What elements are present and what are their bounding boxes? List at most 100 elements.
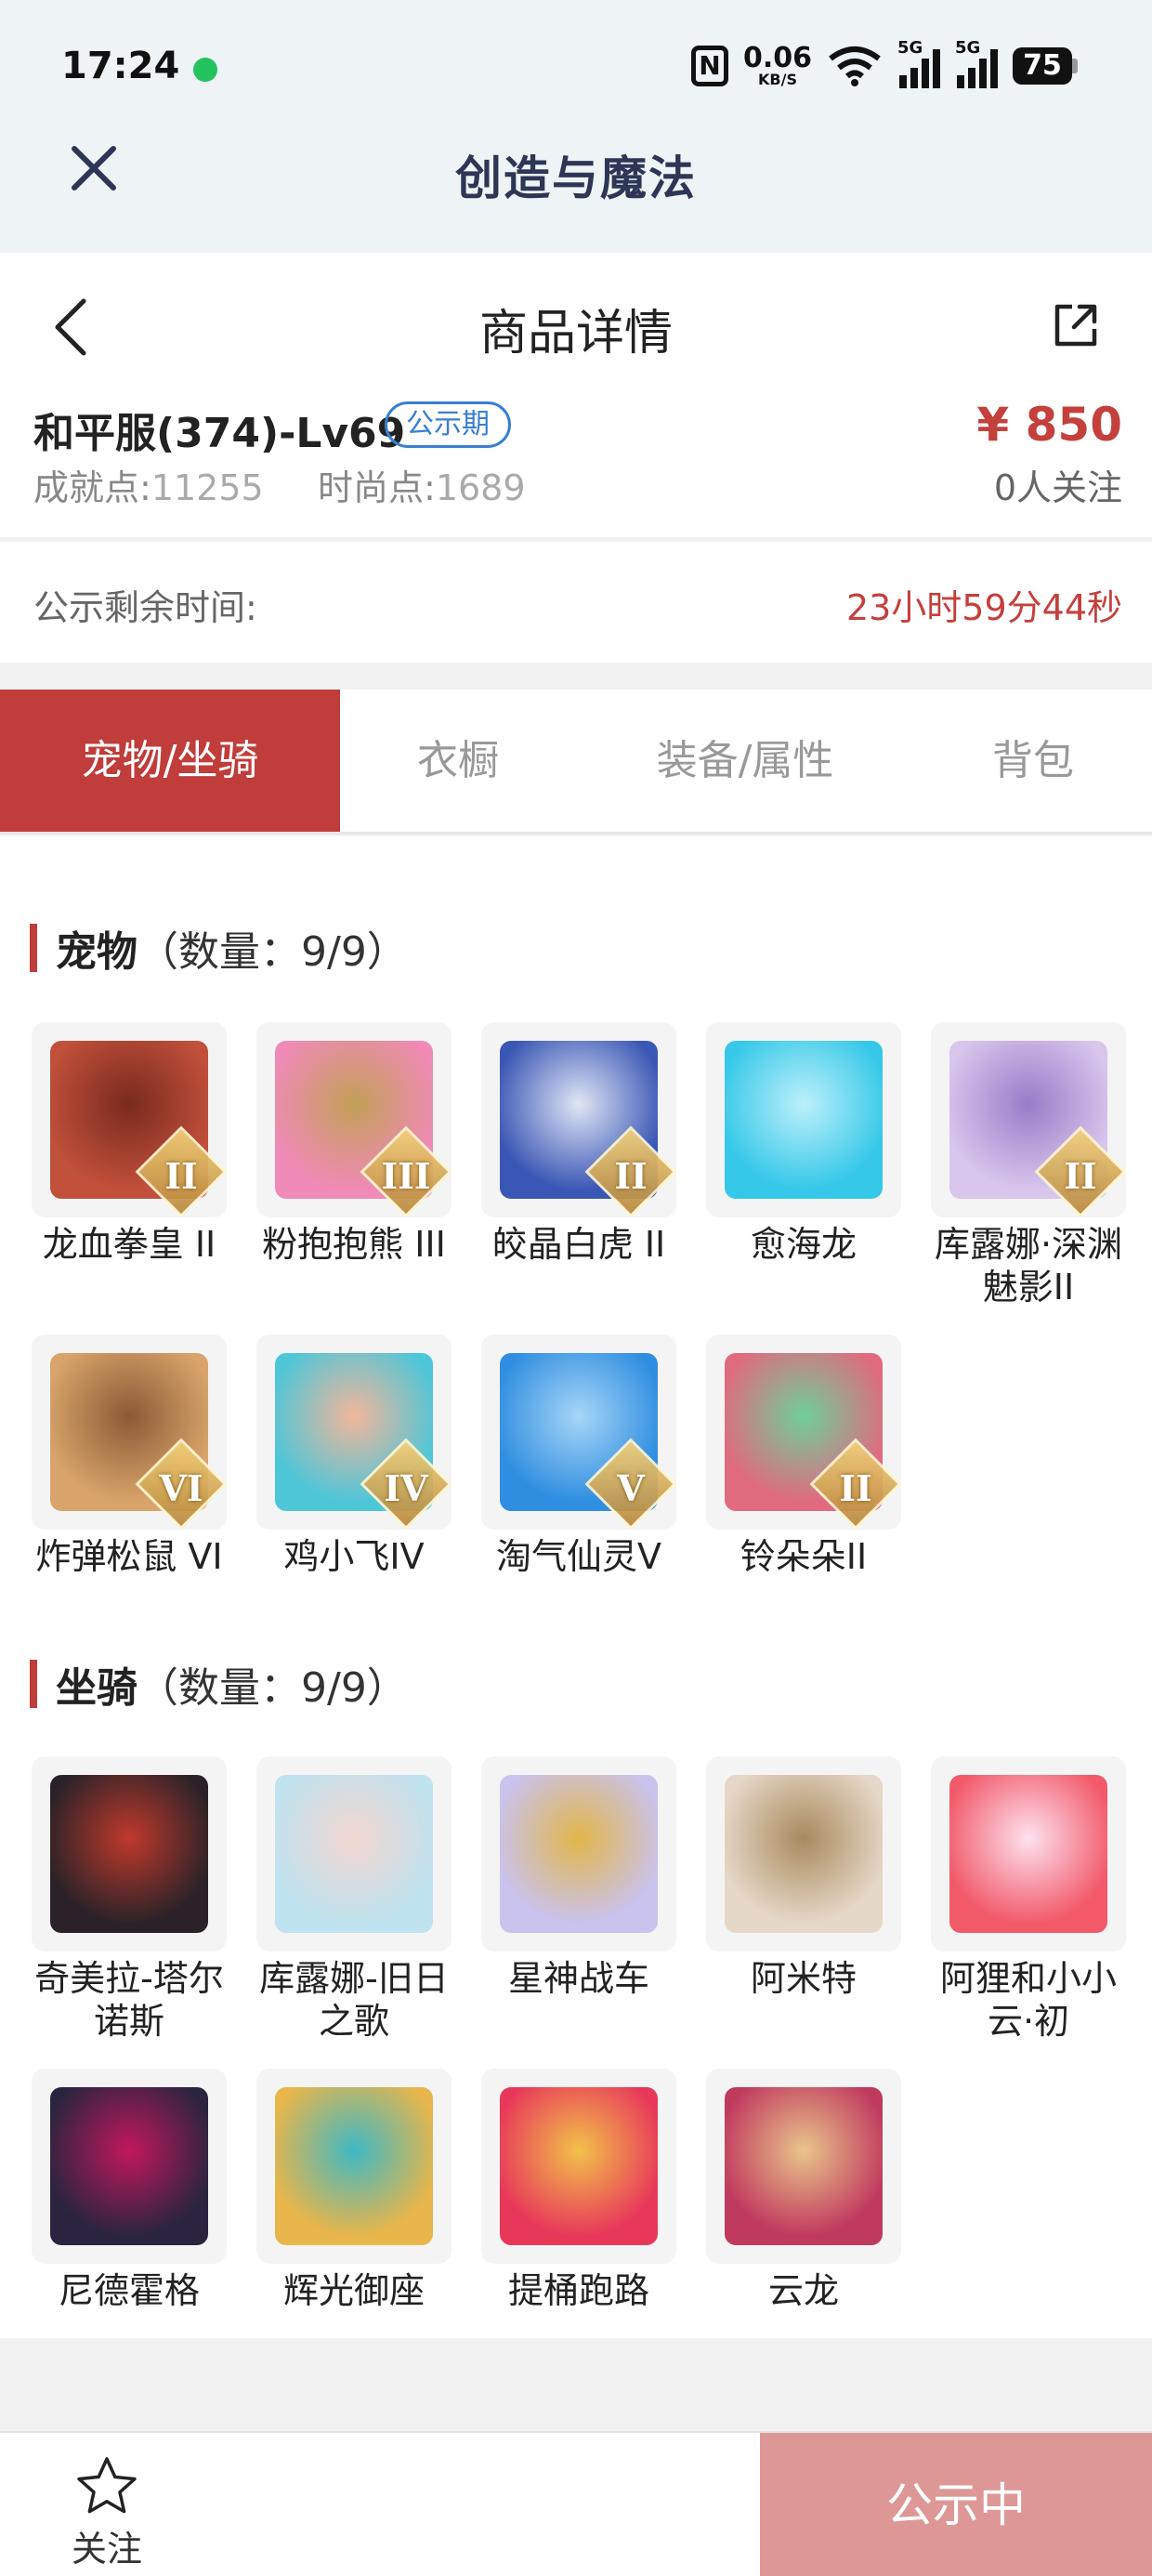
cloud-dragon-mount-icon xyxy=(725,2087,883,2245)
achievement-label: 成就点: xyxy=(33,467,151,508)
publicity-status-button[interactable]: 公示中 xyxy=(760,2433,1152,2576)
pet-item[interactable]: II 库露娜·深渊魅影II xyxy=(931,1022,1126,1308)
app-title-bar: 创造与魔法 xyxy=(0,112,1152,253)
tier-label: II xyxy=(614,1155,648,1197)
tier-label: VI xyxy=(159,1467,203,1509)
item-thumbnail: IV xyxy=(256,1334,452,1530)
mounts-section-count: （数量：9/9） xyxy=(137,1664,408,1712)
item-name: 辉光御座 xyxy=(282,2270,425,2311)
item-thumbnail: II xyxy=(706,1334,901,1530)
pets-section-title: 宠物 xyxy=(56,928,137,976)
item-thumbnail xyxy=(931,1756,1126,1952)
status-icons: N 0.06 KB/S 5G 5G 75 xyxy=(690,38,1078,91)
item-name: 粉抱抱熊 III xyxy=(262,1224,446,1265)
pet-item[interactable]: II 铃朵朵II xyxy=(706,1334,901,1578)
tier-label: V xyxy=(617,1467,645,1509)
tab-pets-mounts[interactable]: 宠物/坐骑 xyxy=(0,690,340,832)
product-summary-card: 商品详情 和平服(374)-Lv69 公示期 ¥ 850 成就点:11255 时… xyxy=(0,253,1152,537)
follow-button[interactable]: 关注 xyxy=(56,2453,158,2571)
network-speed: 0.06 KB/S xyxy=(743,45,812,87)
tier-label: IV xyxy=(384,1467,428,1509)
item-name: 阿狸和小小云·初 xyxy=(939,1958,1117,2042)
tier-label: II xyxy=(164,1155,198,1197)
item-thumbnail: II xyxy=(481,1022,676,1217)
achievement-value: 11255 xyxy=(151,467,264,508)
item-name: 星神战车 xyxy=(507,1958,649,1999)
tab-wardrobe[interactable]: 衣橱 xyxy=(340,690,576,832)
item-thumbnail xyxy=(706,1756,901,1952)
mount-item[interactable]: 云龙 xyxy=(706,2069,901,2312)
bucket-run-mount-icon xyxy=(500,2087,658,2245)
status-badge: 公示期 xyxy=(385,401,511,448)
item-thumbnail xyxy=(256,1756,452,1952)
follower-count: 0人关注 xyxy=(993,467,1122,508)
chimera-mount-icon xyxy=(50,1775,208,1933)
pet-item[interactable]: VI 炸弹松鼠 VI xyxy=(32,1334,227,1578)
item-thumbnail: II xyxy=(931,1022,1126,1217)
price: ¥ 850 xyxy=(976,398,1122,452)
mount-item[interactable]: 库露娜-旧日之歌 xyxy=(256,1756,452,2043)
follow-label: 关注 xyxy=(71,2529,142,2569)
wifi-icon xyxy=(827,46,883,86)
item-name: 提桶跑路 xyxy=(507,2270,649,2311)
item-name: 云龙 xyxy=(767,2270,839,2311)
item-name: 淘气仙灵V xyxy=(496,1536,661,1577)
pet-item[interactable]: II 龙血拳皇 II xyxy=(32,1022,227,1266)
app-title: 创造与魔法 xyxy=(455,151,697,205)
signal-icon-2: 5G xyxy=(955,38,998,88)
item-name: 库露娜-旧日之歌 xyxy=(259,1958,449,2042)
app-root: 17:24 N 0.06 KB/S 5G 5G 75 创造与魔法 商品详情 和平… xyxy=(0,0,1152,2576)
pets-section-count: （数量：9/9） xyxy=(137,928,408,976)
nfc-icon: N xyxy=(690,46,728,86)
network-speed-value: 0.06 xyxy=(742,42,812,74)
item-thumbnail: VI xyxy=(32,1334,227,1530)
mounts-section-header: 坐骑 （数量：9/9） xyxy=(30,1654,408,1714)
item-thumbnail xyxy=(706,2069,901,2264)
item-thumbnail xyxy=(32,1756,227,1952)
item-thumbnail: II xyxy=(32,1022,227,1217)
radiant-throne-mount-icon xyxy=(275,2087,433,2245)
ali-cloud-mount-icon xyxy=(949,1775,1107,1933)
item-name: 愈海龙 xyxy=(750,1224,857,1265)
mount-item[interactable]: 提桶跑路 xyxy=(481,2069,676,2312)
page-background-gap xyxy=(0,2338,1152,2431)
pet-item[interactable]: III 粉抱抱熊 III xyxy=(256,1022,452,1266)
mount-item[interactable]: 星神战车 xyxy=(481,1756,676,2000)
pet-item[interactable]: II 皎晶白虎 II xyxy=(481,1022,676,1266)
battery-icon: 75 xyxy=(1013,47,1078,85)
item-thumbnail xyxy=(256,2069,452,2264)
mount-item[interactable]: 奇美拉-塔尔诺斯 xyxy=(32,1756,227,2043)
ammit-mount-icon xyxy=(725,1775,883,1933)
pet-item[interactable]: IV 鸡小飞IV xyxy=(256,1334,452,1578)
mount-item[interactable]: 阿米特 xyxy=(706,1756,901,2000)
signal-1-label: 5G xyxy=(897,38,923,58)
nidhogg-mount-icon xyxy=(50,2087,208,2245)
item-thumbnail xyxy=(32,2069,227,2264)
item-thumbnail: V xyxy=(481,1334,676,1530)
pet-item[interactable]: V 淘气仙灵V xyxy=(481,1334,676,1578)
signal-2-label: 5G xyxy=(955,38,981,58)
pet-item[interactable]: 愈海龙 xyxy=(706,1022,901,1266)
mount-item[interactable]: 尼德霍格 xyxy=(32,2069,227,2312)
pets-grid: II 龙血拳皇 II III 粉抱抱熊 III II 皎晶白虎 II 愈海龙 II 库露娜·深渊… xyxy=(32,1022,1128,1580)
mount-item[interactable]: 阿狸和小小云·初 xyxy=(931,1756,1126,2043)
mount-item[interactable]: 辉光御座 xyxy=(256,2069,452,2312)
item-name: 炸弹松鼠 VI xyxy=(35,1536,223,1577)
battery-level: 75 xyxy=(1013,47,1072,85)
page-title: 商品详情 xyxy=(478,306,673,361)
item-name: 龙血拳皇 II xyxy=(42,1224,216,1265)
status-time: 17:24 xyxy=(61,45,180,87)
share-icon[interactable] xyxy=(1052,301,1100,349)
tier-label: III xyxy=(381,1155,431,1197)
signal-icon-1: 5G xyxy=(897,38,940,88)
item-thumbnail xyxy=(481,1756,676,1952)
star-icon xyxy=(77,2457,137,2514)
pets-section-header: 宠物 （数量：9/9） xyxy=(30,918,408,978)
tab-equipment-attributes[interactable]: 装备/属性 xyxy=(576,690,914,832)
publicity-remaining-label: 公示剩余时间: xyxy=(33,587,257,628)
kuluna-song-mount-icon xyxy=(275,1775,433,1933)
tab-backpack[interactable]: 背包 xyxy=(914,690,1152,832)
item-name: 奇美拉-塔尔诺斯 xyxy=(34,1958,224,2042)
role-name: 和平服(374)-Lv69 xyxy=(33,410,406,457)
mounts-grid: 奇美拉-塔尔诺斯 库露娜-旧日之歌 星神战车 阿米特 阿狸和小小云·初尼德霍格 辉光御座 提… xyxy=(32,1756,1128,2314)
